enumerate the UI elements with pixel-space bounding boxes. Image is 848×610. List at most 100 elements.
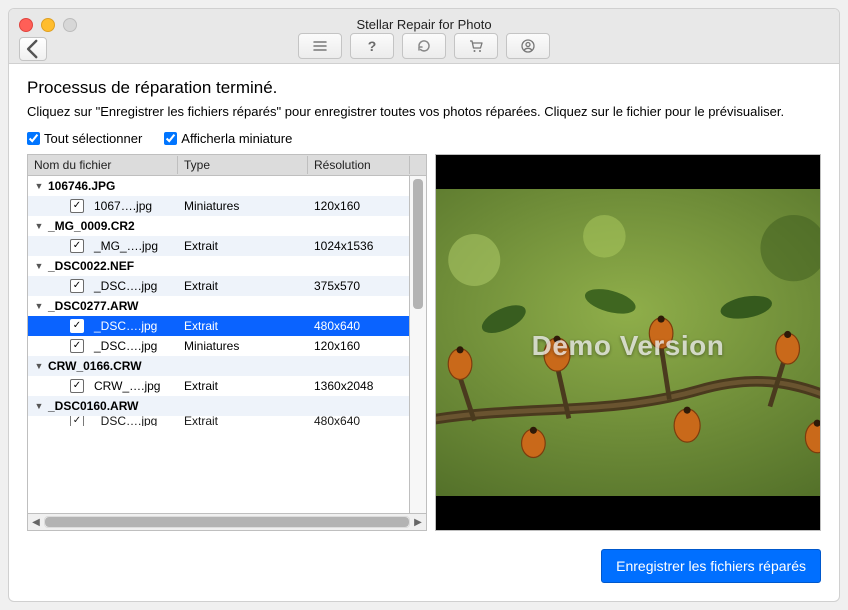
back-button[interactable] [19,37,47,61]
table-row[interactable]: ✓CRW_….jpgExtrait1360x2048 [28,376,409,396]
table-parent-row[interactable]: ▼_DSC0160.ARW [28,396,409,416]
cell-name: ▼ _DSC0022.NEF [28,259,178,273]
cell-resolution: 120x160 [308,199,409,213]
cell-resolution: 480x640 [308,319,409,333]
table-row[interactable]: ✓ _MG_….jpg Extrait1024x1536 [28,236,409,256]
file-name: _MG_0009.CR2 [48,219,135,233]
disclosure-triangle-icon[interactable]: ▼ [34,261,44,271]
user-icon [520,38,536,54]
toolbar: ? [298,33,550,59]
hscroll-right-arrow[interactable]: ▶ [410,517,426,528]
file-name: _DSC0277.ARW [48,299,138,313]
footer: Enregistrer les fichiers réparés [9,531,839,601]
file-name: _MG_….jpg [94,239,158,253]
save-repaired-files-button[interactable]: Enregistrer les fichiers réparés [601,549,821,583]
refresh-icon [416,38,432,54]
app-window: Stellar Repair for Photo ? Processus de … [8,8,840,602]
cell-name: ✓ CRW_….jpg [28,379,178,393]
cell-name: ✓ _DSC….jpg [28,279,178,293]
chevron-left-icon [20,36,46,62]
table-row[interactable]: ✓_DSC….jpgMiniatures120x160 [28,336,409,356]
cell-name: ✓ 1067….jpg [28,199,178,213]
row-checkbox[interactable]: ✓ [70,339,84,353]
content-area: Processus de réparation terminé. Cliquez… [9,64,839,531]
table-parent-row[interactable]: ▼CRW_0166.CRW [28,356,409,376]
row-checkbox[interactable]: ✓ [70,379,84,393]
cell-type: Extrait [178,319,308,333]
table-parent-row[interactable]: ▼ _MG_0009.CR2 [28,216,409,236]
show-thumb-input[interactable] [164,132,177,145]
file-name: 1067….jpg [94,199,152,213]
table-row[interactable]: ✓1067….jpgMiniatures120x160 [28,196,409,216]
cell-resolution: 1360x2048 [308,379,409,393]
toolbar-refresh-button[interactable] [402,33,446,59]
select-all-label: Tout sélectionner [44,131,142,146]
table-body: ▼106746.JPG✓1067….jpgMiniatures120x160▼_… [28,176,426,513]
vertical-scroll-thumb[interactable] [413,179,423,309]
file-name: _DSC….jpg [94,319,157,333]
show-thumb-checkbox[interactable]: Afficherla miniature [164,131,292,146]
list-icon [312,38,328,54]
file-name: _DSC0022.NEF [48,259,134,273]
toolbar-cart-button[interactable] [454,33,498,59]
hscroll-thumb[interactable] [45,517,409,527]
disclosure-triangle-icon[interactable]: ▼ [34,181,44,191]
horizontal-scrollbar[interactable]: ◀ ▶ [28,513,426,530]
disclosure-triangle-icon[interactable]: ▼ [34,361,44,371]
file-name: CRW_….jpg [94,379,160,393]
table-row[interactable]: ✓ _DSC….jpg Extrait375x570 [28,276,409,296]
preview-panel: Demo Version [435,154,821,531]
cell-type: Extrait [178,279,308,293]
cell-name: ✓_DSC….jpg [28,339,178,353]
preview-watermark: Demo Version [436,330,820,362]
work-area: Nom du fichier Type Résolution ▼ 106746.J… [27,154,821,531]
row-checkbox[interactable]: ✓ [70,239,84,253]
select-all-input[interactable] [27,132,40,145]
cell-name: ▼ _DSC0277.ARW [28,299,178,313]
cell-type: Extrait [178,239,308,253]
table-parent-row[interactable]: ▼ 106746.JPG [28,176,409,196]
cart-icon [468,38,484,54]
toolbar-list-button[interactable] [298,33,342,59]
table-row[interactable]: ✓ _DSC….jpg Extrait480x640 [28,316,409,336]
page-title: Processus de réparation terminé. [27,78,821,98]
cell-name: ▼ _MG_0009.CR2 [28,219,178,233]
options-row: Tout sélectionner Afficherla miniature [27,131,821,146]
row-checkbox[interactable]: ✓ [70,416,84,426]
toolbar-account-button[interactable] [506,33,550,59]
file-name: _DSC….jpg [94,279,157,293]
page-subtitle: Cliquez sur "Enregistrer les fichiers ré… [27,104,821,119]
vertical-scrollbar[interactable] [409,176,426,513]
cell-resolution: 375x570 [308,279,409,293]
toolbar-help-button[interactable]: ? [350,33,394,59]
select-all-checkbox[interactable]: Tout sélectionner [27,131,142,146]
column-header-resolution[interactable]: Résolution [308,156,410,174]
file-table: Nom du fichier Type Résolution ▼ 106746.J… [27,154,427,531]
hscroll-left-arrow[interactable]: ◀ [28,517,44,528]
table-parent-row[interactable]: ▼ _DSC0022.NEF [28,256,409,276]
row-checkbox[interactable]: ✓ [70,279,84,293]
disclosure-triangle-icon[interactable]: ▼ [34,301,44,311]
help-icon: ? [368,38,377,54]
window-title: Stellar Repair for Photo [9,17,839,32]
cell-name: ▼_DSC0160.ARW [28,399,178,413]
table-parent-row[interactable]: ▼ _DSC0277.ARW [28,296,409,316]
cell-name: ✓ _DSC….jpg [28,319,178,333]
cell-type: Miniatures [178,339,308,353]
column-header-type[interactable]: Type [178,156,308,174]
preview-image: Demo Version [436,189,820,497]
titlebar: Stellar Repair for Photo ? [9,9,839,64]
file-name: 106746.JPG [48,179,115,193]
row-checkbox[interactable]: ✓ [70,319,84,333]
disclosure-triangle-icon[interactable]: ▼ [34,221,44,231]
table-header: Nom du fichier Type Résolution [28,155,426,176]
row-checkbox[interactable]: ✓ [70,199,84,213]
cell-resolution: 480x640 [308,416,409,426]
cell-resolution: 1024x1536 [308,239,409,253]
column-header-name[interactable]: Nom du fichier [28,156,178,174]
hscroll-track[interactable] [44,516,410,528]
header-scroll-gap [410,163,426,167]
disclosure-triangle-icon[interactable]: ▼ [34,401,44,411]
table-row[interactable]: ✓_DSC….jpgExtrait480x640 [28,416,409,426]
cell-name: ▼CRW_0166.CRW [28,359,178,373]
